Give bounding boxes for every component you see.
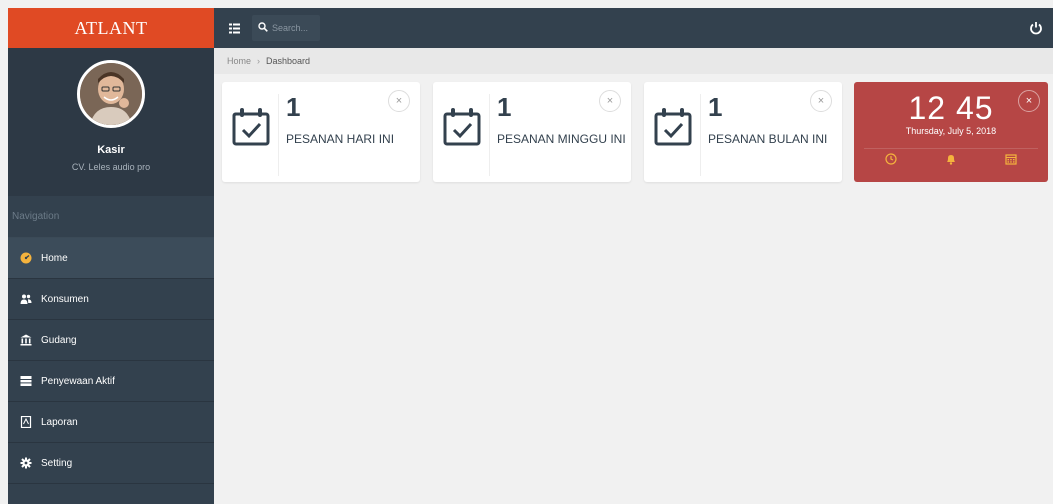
bank-icon (20, 334, 32, 346)
users-icon (20, 293, 32, 305)
sidebar: ATLANT Kasir CV. Leles audio pro Navigat… (8, 8, 214, 504)
search-input[interactable] (272, 23, 318, 33)
widget-pesanan-bulan-ini: 1 PESANAN BULAN INI × (644, 82, 842, 182)
breadcrumb-separator: › (257, 56, 261, 66)
sidebar-item-label: Gudang (41, 334, 77, 346)
file-icon (20, 416, 32, 428)
dashboard-icon (20, 252, 32, 264)
calendar-check-icon (437, 96, 487, 152)
sidebar-item-laporan[interactable]: Laporan (8, 402, 214, 443)
profile-company: CV. Leles audio pro (71, 162, 151, 172)
gear-icon (20, 457, 32, 469)
clock-actions (854, 152, 1048, 166)
close-icon: × (1025, 95, 1033, 107)
bell-icon[interactable] (944, 152, 958, 166)
profile-panel: Kasir CV. Leles audio pro (8, 48, 214, 196)
sidebar-item-label: Penyewaan Aktif (41, 375, 115, 387)
sidebar-item-label: Home (41, 252, 68, 264)
profile-name: Kasir (97, 144, 125, 156)
widget-count: 1 (286, 92, 301, 122)
sidebar-item-gudang[interactable]: Gudang (8, 320, 214, 361)
clock-widget: 12 45 Thursday, July 5, 2018 × (854, 82, 1048, 182)
clock-date: Thursday, July 5, 2018 (905, 126, 997, 136)
breadcrumb-current: Dashboard (266, 56, 311, 66)
clock-icon[interactable] (884, 152, 898, 166)
close-button[interactable]: × (810, 90, 832, 112)
widget-pesanan-minggu-ini: 1 PESANAN MINGGU INI × (433, 82, 631, 182)
close-icon: × (817, 95, 825, 107)
search-box[interactable] (252, 15, 320, 41)
sidebar-item-penyewaan-aktif[interactable]: Penyewaan Aktif (8, 361, 214, 402)
widget-divider (489, 94, 490, 176)
widget-title: PESANAN HARI INI (286, 132, 395, 146)
avatar[interactable] (77, 60, 145, 128)
breadcrumb: Home › Dashboard (214, 48, 1053, 74)
clock-divider (864, 148, 1038, 149)
search-icon (258, 19, 268, 37)
logo[interactable]: ATLANT (8, 8, 214, 48)
close-button[interactable]: × (388, 90, 410, 112)
sidebar-item-label: Laporan (41, 416, 78, 428)
power-icon[interactable] (1029, 21, 1043, 35)
widget-divider (700, 94, 701, 176)
close-button[interactable]: × (1018, 90, 1040, 112)
sidebar-item-setting[interactable]: Setting (8, 443, 214, 484)
sidebar-item-label: Setting (41, 457, 73, 469)
sidebar-item-home[interactable]: Home (8, 238, 214, 279)
close-icon: × (395, 95, 403, 107)
close-icon: × (606, 95, 614, 107)
widget-title: PESANAN BULAN INI (708, 132, 828, 146)
widget-count: 1 (497, 92, 512, 122)
calendar-check-icon (226, 96, 276, 152)
list-icon (20, 375, 32, 387)
widget-count: 1 (708, 92, 723, 122)
widget-pesanan-hari-ini: 1 PESANAN HARI INI × (222, 82, 420, 182)
nav-heading: Navigation (8, 196, 214, 238)
breadcrumb-home[interactable]: Home (227, 56, 251, 66)
widget-title: PESANAN MINGGU INI (497, 132, 626, 146)
close-button[interactable]: × (599, 90, 621, 112)
sidebar-item-konsumen[interactable]: Konsumen (8, 279, 214, 320)
menu-toggle-icon[interactable] (226, 20, 242, 36)
calendar-icon[interactable] (1004, 152, 1018, 166)
topbar (214, 8, 1053, 48)
calendar-check-icon (648, 96, 698, 152)
sidebar-item-label: Konsumen (41, 293, 89, 305)
widget-divider (278, 94, 279, 176)
